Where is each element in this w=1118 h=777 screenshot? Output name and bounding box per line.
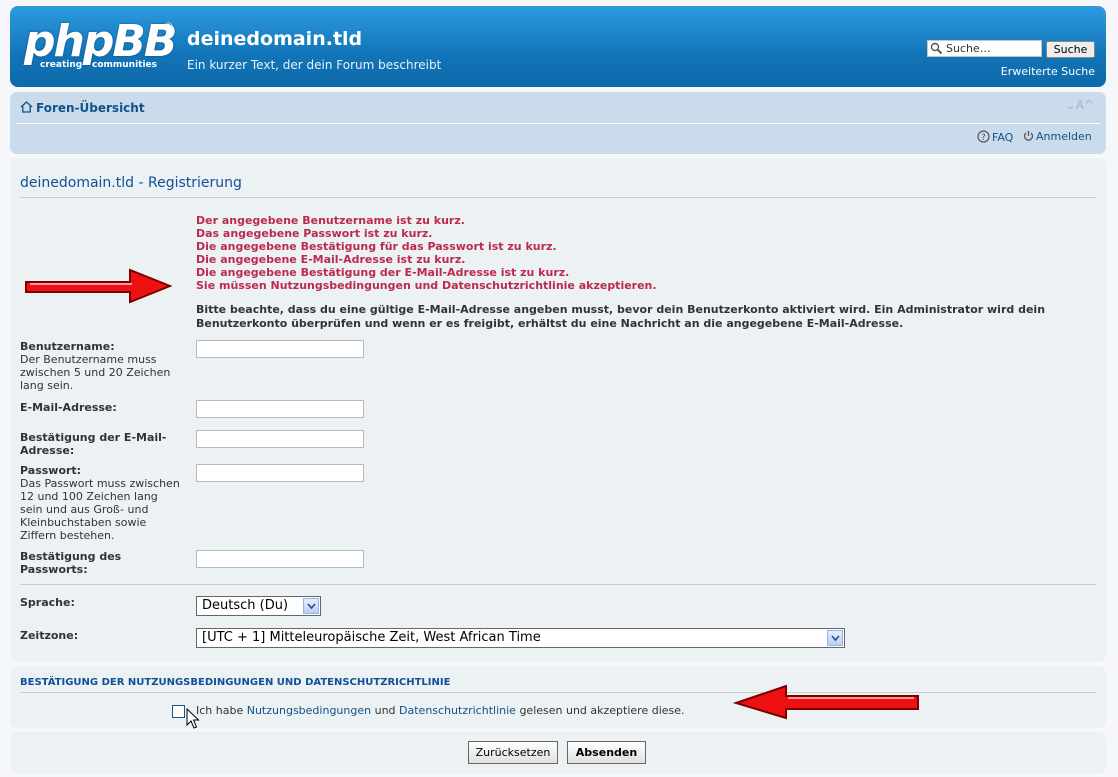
home-icon [20, 101, 33, 113]
chevron-down-icon [307, 603, 316, 610]
svg-text:?: ? [981, 133, 986, 143]
error-message: Der angegebene Benutzername ist zu kurz. [196, 214, 465, 227]
advanced-search-link[interactable]: Erweiterte Suche [998, 65, 1095, 78]
logo-tagline: creating communities [40, 60, 168, 71]
password-label: Passwort: [20, 464, 82, 477]
accept-terms-checkbox[interactable] [172, 705, 185, 718]
site-description: Ein kurzer Text, der dein Forum beschrei… [187, 58, 442, 72]
title-divider [20, 197, 1096, 198]
registration-panel: deinedomain.tld - Registrierung Der ange… [10, 158, 1106, 662]
email-confirm-label: Bestätigung der E-Mail-Adresse: [20, 431, 167, 457]
error-message: Die angegebene Bestätigung der E-Mail-Ad… [196, 266, 570, 279]
email-confirm-label-block: Bestätigung der E-Mail-Adresse: [20, 431, 182, 457]
login-link[interactable]: Anmelden [1023, 130, 1092, 143]
faq-label: FAQ [992, 131, 1014, 144]
form-buttons-panel: Zurücksetzen Absenden [10, 732, 1106, 774]
faq-icon: ? [977, 130, 990, 143]
language-select[interactable]: Deutsch (Du) [196, 596, 321, 616]
language-label: Sprache: [20, 596, 75, 609]
username-label-block: Benutzername: Der Benutzername muss zwis… [20, 340, 182, 392]
username-input[interactable] [196, 340, 364, 358]
terms-text-2: und [374, 704, 396, 717]
password-confirm-input[interactable] [196, 550, 364, 568]
red-arrow-left-icon [732, 684, 919, 720]
dropdown-button[interactable] [303, 598, 319, 614]
chevron-down-icon [831, 635, 840, 642]
activation-notice: Bitte beachte, dass du eine gültige E-Ma… [196, 303, 1046, 330]
forum-index-link[interactable]: Foren-Übersicht [20, 101, 145, 115]
search-placeholder: Suche… [946, 42, 991, 55]
page-title: deinedomain.tld - Registrierung [20, 175, 242, 191]
privacy-policy-link[interactable]: Datenschutzrichtlinie [399, 704, 516, 717]
timezone-label-block: Zeitzone: [20, 629, 182, 642]
email-input[interactable] [196, 400, 364, 418]
dropdown-button[interactable] [827, 630, 843, 646]
error-message: Die angegebene E-Mail-Adresse ist zu kur… [196, 253, 466, 266]
terms-text-3: gelesen und akzeptiere diese. [519, 704, 685, 717]
site-title[interactable]: deinedomain.tld [187, 28, 362, 50]
forum-index-label: Foren-Übersicht [36, 101, 145, 115]
logo-tag-right: communities [92, 60, 158, 70]
header-bar: phpBB ® creating communities deinedomain… [10, 6, 1106, 87]
reset-button[interactable]: Zurücksetzen [468, 741, 558, 764]
username-label: Benutzername: [20, 340, 115, 353]
language-label-block: Sprache: [20, 596, 182, 609]
terms-panel: BESTÄTIGUNG DER NUTZUNGSBEDINGUNGEN UND … [10, 666, 1106, 729]
logo-tag-left: creating [40, 60, 83, 70]
error-message: Das angegebene Passwort ist zu kurz. [196, 227, 433, 240]
search-input[interactable]: Suche… [927, 40, 1042, 57]
language-value: Deutsch (Du) [202, 598, 289, 613]
email-label: E-Mail-Adresse: [20, 401, 117, 414]
email-label-block: E-Mail-Adresse: [20, 401, 182, 414]
nav-divider [16, 123, 1100, 124]
timezone-value: [UTC + 1] Mitteleuropäische Zeit, West A… [202, 630, 541, 645]
navbar: Foren-Übersicht ⌄A^ ? FAQ Anmelden [10, 92, 1106, 154]
search-button[interactable]: Suche [1046, 41, 1095, 58]
terms-text-1: Ich habe [196, 704, 244, 717]
password-label-block: Passwort: Das Passwort muss zwischen 12 … [20, 464, 182, 542]
timezone-label: Zeitzone: [20, 629, 79, 642]
terms-heading: BESTÄTIGUNG DER NUTZUNGSBEDINGUNGEN UND … [20, 677, 451, 688]
login-label: Anmelden [1036, 130, 1092, 143]
password-confirm-label-block: Bestätigung des Passworts: [20, 550, 182, 576]
search-icon [930, 42, 943, 55]
terms-divider [20, 692, 1096, 693]
submit-button[interactable]: Absenden [567, 741, 646, 764]
terms-of-use-link[interactable]: Nutzungsbedingungen [247, 704, 371, 717]
password-hint: Das Passwort muss zwischen 12 und 100 Ze… [20, 477, 180, 542]
section-divider [20, 584, 1096, 585]
faq-link[interactable]: ? FAQ [977, 130, 1013, 144]
phpbb-logo[interactable]: phpBB ® creating communities [24, 16, 177, 78]
red-arrow-right-icon [25, 268, 172, 304]
error-list: Der angegebene Benutzername ist zu kurz.… [196, 214, 657, 292]
error-message: Sie müssen Nutzungsbedingungen und Daten… [196, 279, 657, 292]
power-icon [1023, 131, 1034, 141]
error-message: Die angegebene Bestätigung für das Passw… [196, 240, 557, 253]
font-size-toggle[interactable]: ⌄A^ [1066, 98, 1094, 112]
password-confirm-label: Bestätigung des Passworts: [20, 550, 122, 576]
terms-statement: Ich habe Nutzungsbedingungen und Datensc… [196, 704, 685, 717]
username-hint: Der Benutzername muss zwischen 5 und 20 … [20, 353, 171, 392]
password-input[interactable] [196, 464, 364, 482]
email-confirm-input[interactable] [196, 430, 364, 448]
timezone-select[interactable]: [UTC + 1] Mitteleuropäische Zeit, West A… [196, 628, 845, 648]
registered-mark: ® [163, 20, 174, 33]
